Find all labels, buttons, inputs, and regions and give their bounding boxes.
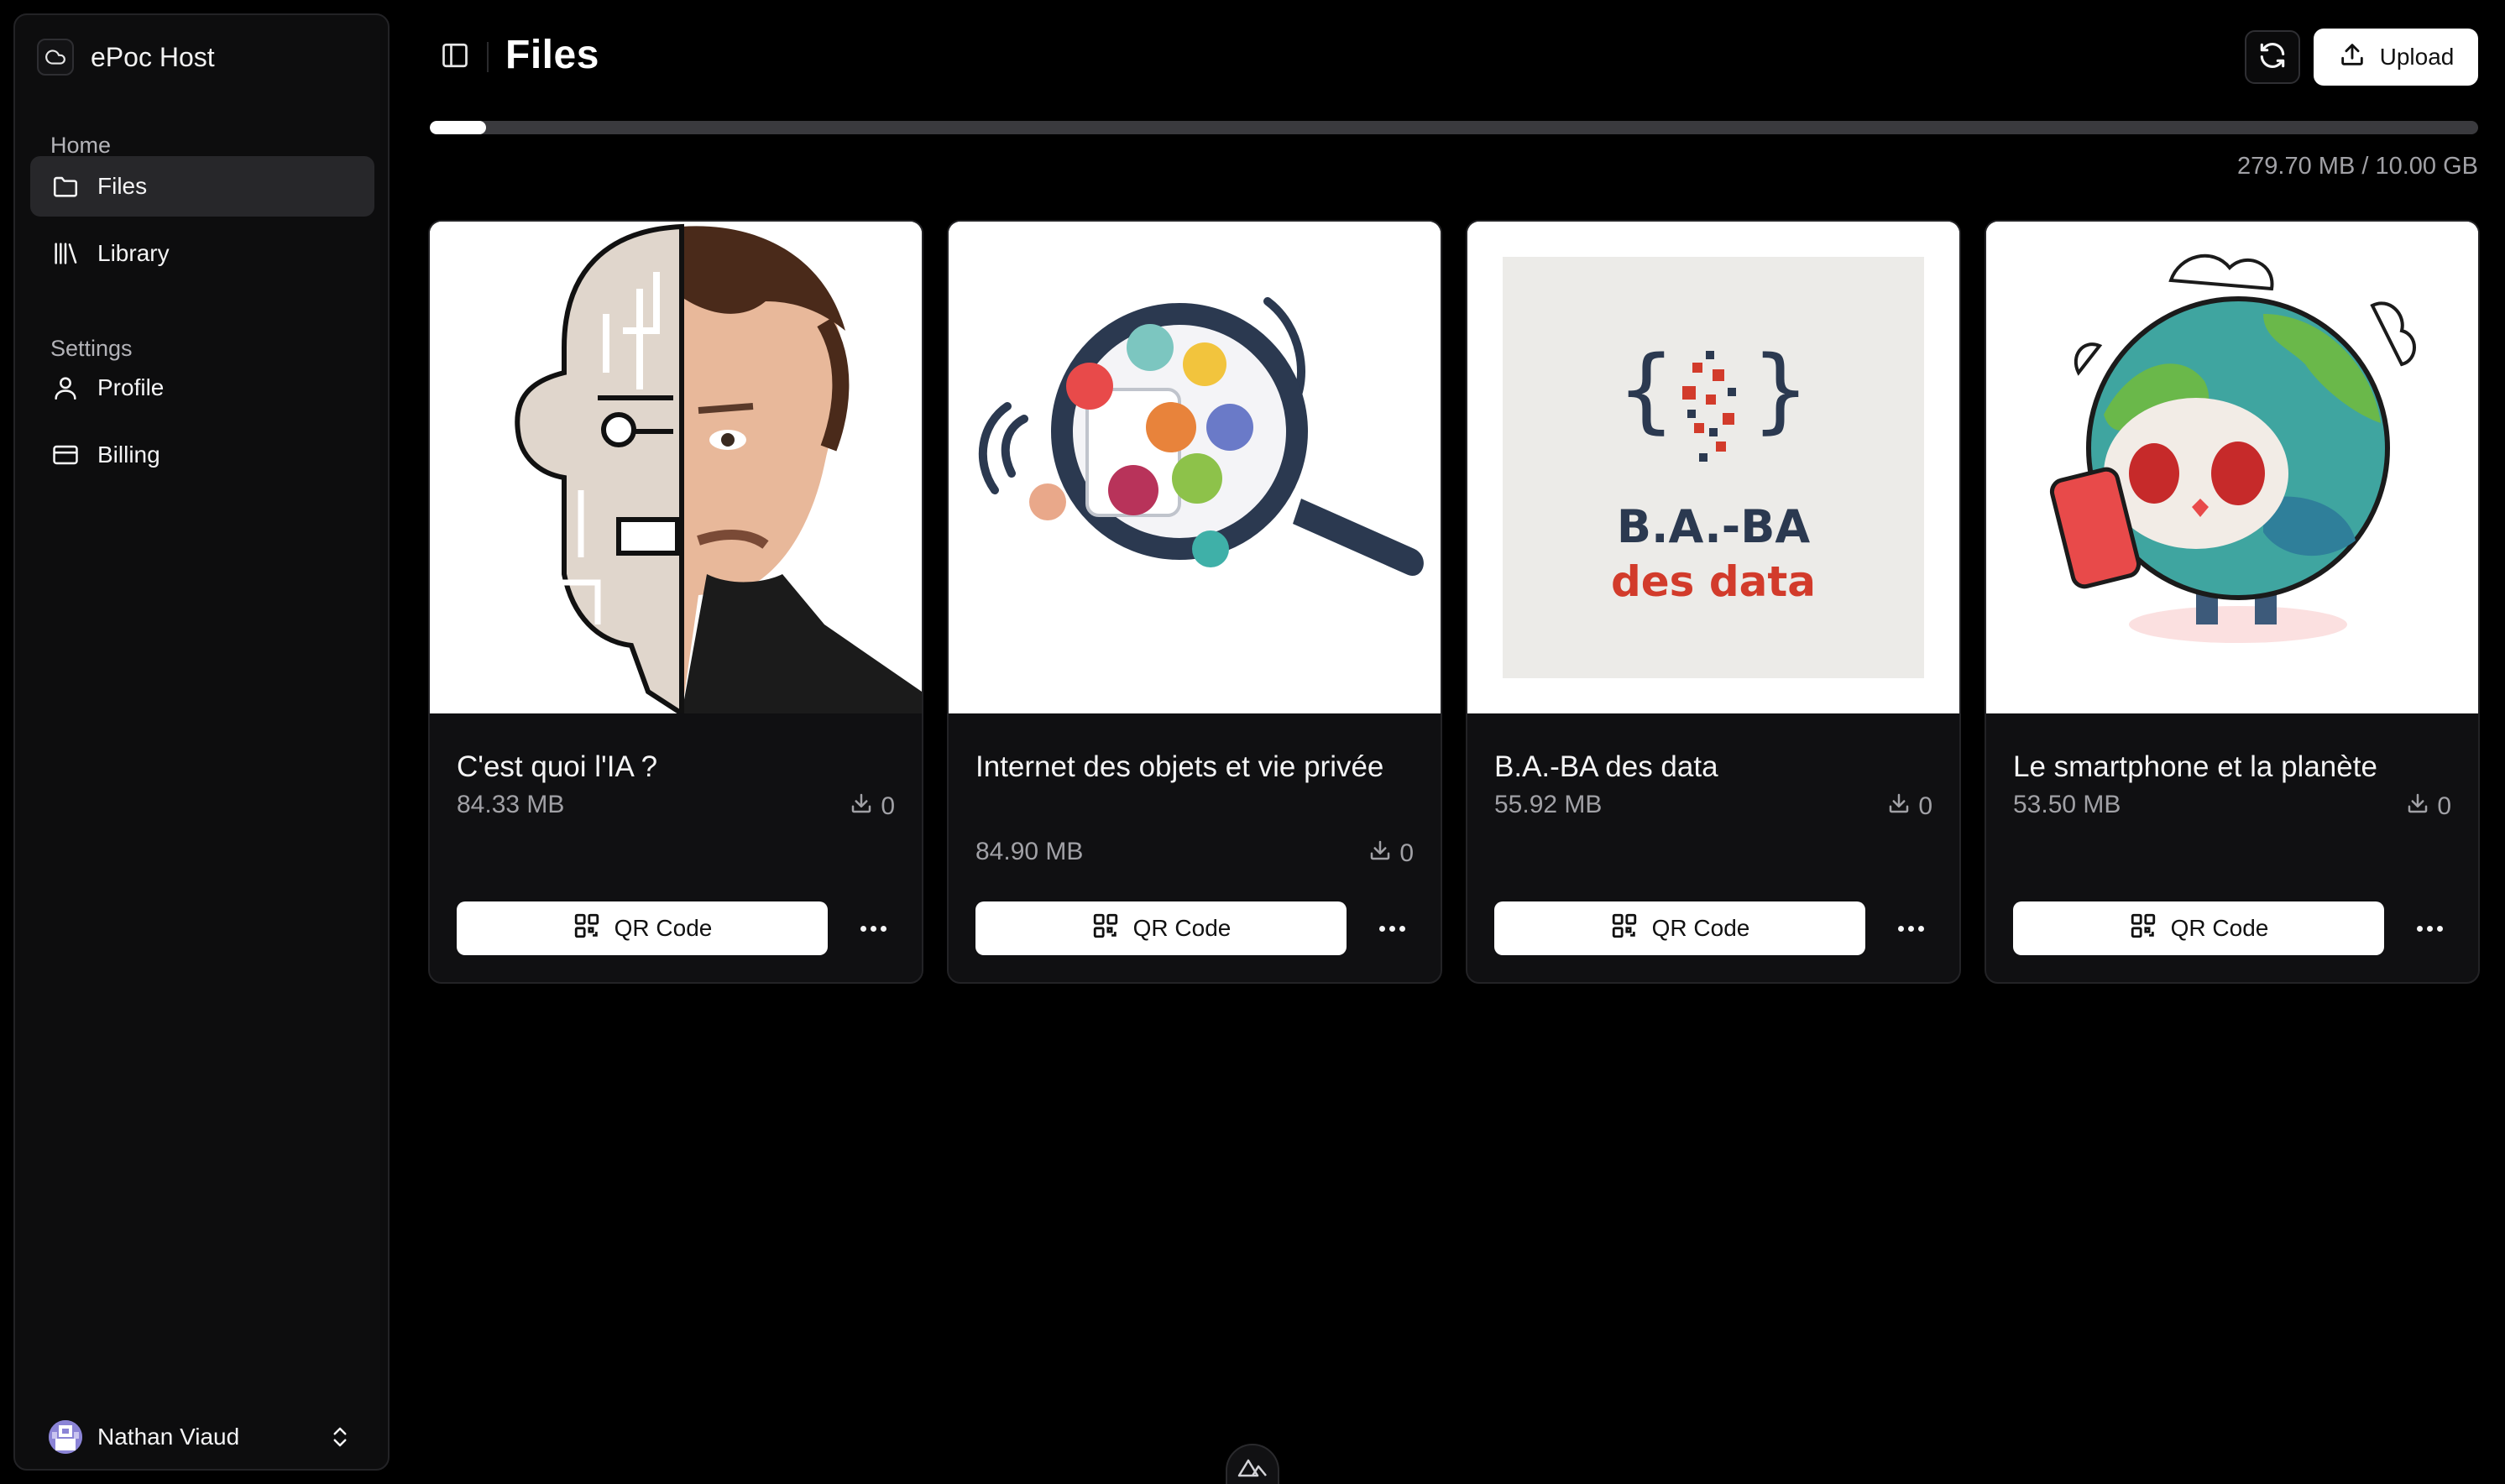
- download-count: 0: [1886, 791, 1932, 823]
- upload-label: Upload: [2379, 44, 2455, 70]
- download-count-value: 0: [2437, 792, 2451, 820]
- header-divider: [487, 42, 489, 72]
- upload-button[interactable]: Upload: [2314, 29, 2478, 86]
- file-size: 55.92 MB: [1494, 791, 1603, 818]
- page-title: Files: [505, 33, 599, 77]
- thumb-text-line2: des data: [1611, 557, 1816, 606]
- ai-face-illustration: [430, 222, 922, 713]
- sidebar-item-library[interactable]: Library: [30, 223, 374, 284]
- file-title: C'est quoi l'IA ?: [457, 750, 658, 783]
- file-title: B.A.-BA des data: [1494, 750, 1718, 783]
- svg-text:}: }: [1751, 336, 1810, 443]
- panel-left-icon: [440, 40, 470, 75]
- chevrons-up-down-icon: [327, 1424, 353, 1455]
- download-icon: [1368, 838, 1393, 870]
- qr-code-icon: [573, 912, 601, 946]
- sidebar-item-label: Library: [97, 240, 170, 266]
- svg-text:{: {: [1617, 336, 1676, 443]
- sidebar-toggle-button[interactable]: [438, 40, 472, 74]
- sidebar-item-files[interactable]: Files: [30, 156, 374, 217]
- file-size: 53.50 MB: [2013, 791, 2121, 818]
- user-name: Nathan Viaud: [97, 1424, 240, 1450]
- download-icon: [2405, 791, 2430, 823]
- sidebar-item-label: Billing: [97, 442, 160, 468]
- sidebar-item-label: Files: [97, 173, 148, 199]
- storage-progress-bar: [430, 121, 2478, 134]
- download-count: 0: [1368, 838, 1414, 870]
- data-logo-illustration: { } B.A.-BA des data: [1467, 222, 1959, 713]
- avatar: [49, 1420, 82, 1454]
- qr-code-label: QR Code: [614, 915, 713, 941]
- folder-icon: [50, 171, 81, 201]
- sidebar-item-label: Profile: [97, 374, 165, 400]
- download-icon: [849, 791, 874, 823]
- file-thumbnail[interactable]: { } B.A.-BA des data: [1467, 222, 1959, 713]
- qr-code-icon: [2129, 912, 2157, 946]
- nav-section-home: Home: [50, 133, 112, 158]
- file-card[interactable]: Le smartphone et la planète 53.50 MB 0 Q…: [1985, 220, 2480, 984]
- app-name: ePoc Host: [91, 41, 215, 72]
- magnifier-illustration: [949, 222, 1441, 713]
- sidebar-item-profile[interactable]: Profile: [30, 358, 374, 418]
- brand[interactable]: ePoc Host: [37, 39, 215, 76]
- download-count-value: 0: [1918, 792, 1932, 820]
- more-options-button[interactable]: [1368, 905, 1415, 952]
- qr-code-label: QR Code: [1132, 915, 1232, 941]
- download-count-value: 0: [1399, 839, 1414, 867]
- file-title: Le smartphone et la planète: [2013, 750, 2377, 783]
- file-thumbnail[interactable]: [1986, 222, 2478, 713]
- qr-code-button[interactable]: QR Code: [457, 901, 828, 955]
- refresh-icon: [2257, 39, 2288, 76]
- nuxt-logo-icon: [1237, 1457, 1268, 1481]
- file-thumbnail[interactable]: [949, 222, 1441, 713]
- user-icon: [50, 373, 81, 403]
- download-icon: [1886, 791, 1911, 823]
- devtools-toggle-button[interactable]: [1226, 1444, 1279, 1484]
- qr-code-button[interactable]: QR Code: [1494, 901, 1865, 955]
- sidebar-item-billing[interactable]: Billing: [30, 425, 374, 485]
- qr-code-icon: [1091, 912, 1120, 946]
- file-card[interactable]: Internet des objets et vie privée 84.90 …: [947, 220, 1442, 984]
- qr-code-icon: [1610, 912, 1639, 946]
- thumb-text-line1: B.A.-BA: [1617, 500, 1811, 553]
- file-size: 84.90 MB: [975, 838, 1084, 865]
- user-menu[interactable]: Nathan Viaud: [30, 1408, 374, 1466]
- file-title: Internet des objets et vie privée: [975, 750, 1384, 783]
- cloud-icon: [37, 39, 74, 76]
- file-card[interactable]: C'est quoi l'IA ? 84.33 MB 0 QR Code: [428, 220, 923, 984]
- storage-progress-fill: [430, 121, 486, 134]
- storage-usage-text: 279.70 MB / 10.00 GB: [2237, 153, 2478, 180]
- more-options-button[interactable]: [850, 905, 897, 952]
- file-size: 84.33 MB: [457, 791, 565, 818]
- upload-icon: [2338, 40, 2366, 75]
- more-options-button[interactable]: [2406, 905, 2453, 952]
- more-options-button[interactable]: [1887, 905, 1934, 952]
- qr-code-label: QR Code: [1651, 915, 1750, 941]
- file-card[interactable]: { } B.A.-BA des data B.A.-BA des data 55…: [1466, 220, 1961, 984]
- download-count: 0: [849, 791, 895, 823]
- qr-code-label: QR Code: [2170, 915, 2269, 941]
- sidebar: ePoc Host Home Files Library Settings Pr…: [13, 13, 390, 1471]
- qr-code-button[interactable]: QR Code: [975, 901, 1347, 955]
- credit-card-icon: [50, 440, 81, 470]
- qr-code-button[interactable]: QR Code: [2013, 901, 2384, 955]
- planet-illustration: [1986, 222, 2478, 713]
- download-count-value: 0: [881, 792, 895, 820]
- refresh-button[interactable]: [2245, 30, 2300, 84]
- library-icon: [50, 238, 81, 269]
- download-count: 0: [2405, 791, 2451, 823]
- file-thumbnail[interactable]: [430, 222, 922, 713]
